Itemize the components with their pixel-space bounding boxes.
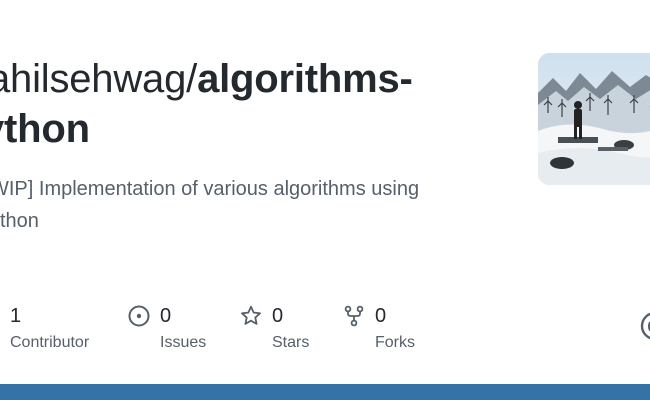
owner-avatar[interactable] (538, 53, 650, 185)
issues-count: 0 (160, 305, 172, 327)
repo-description-line-1: WIP] Implementation of various algorithm… (0, 178, 420, 200)
repo-stats: 1 Contributor 0 Issues 0 Stars 0 Forks (0, 300, 650, 360)
issue-opened-icon (128, 305, 150, 327)
contributors-count: 1 (10, 305, 22, 327)
repo-description-line-2: ython (0, 210, 39, 232)
repo-name-part-2: ython (0, 107, 90, 151)
repo-social-card: ahilsehwag/algorithms- ython WIP] Implem… (0, 0, 650, 400)
forks-count: 0 (375, 305, 387, 327)
contributors-label: Contributor (10, 334, 90, 351)
language-color-bar (0, 384, 650, 400)
issues-label: Issues (160, 334, 207, 351)
repo-title[interactable]: ahilsehwag/algorithms- ython (0, 54, 488, 154)
repo-title-line-1: ahilsehwag/algorithms- (0, 54, 488, 104)
repo-description: WIP] Implementation of various algorithm… (0, 173, 490, 237)
stars-count: 0 (272, 305, 284, 327)
star-icon (241, 305, 261, 325)
repo-owner: ahilsehwag/ (0, 57, 198, 101)
repo-name-part-1: algorithms- (197, 57, 413, 101)
repo-forked-icon (344, 305, 364, 327)
snowy-mountain-photo-icon (538, 53, 650, 185)
forks-label: Forks (375, 334, 415, 351)
github-logo-icon[interactable] (640, 311, 650, 341)
stars-label: Stars (272, 334, 310, 351)
